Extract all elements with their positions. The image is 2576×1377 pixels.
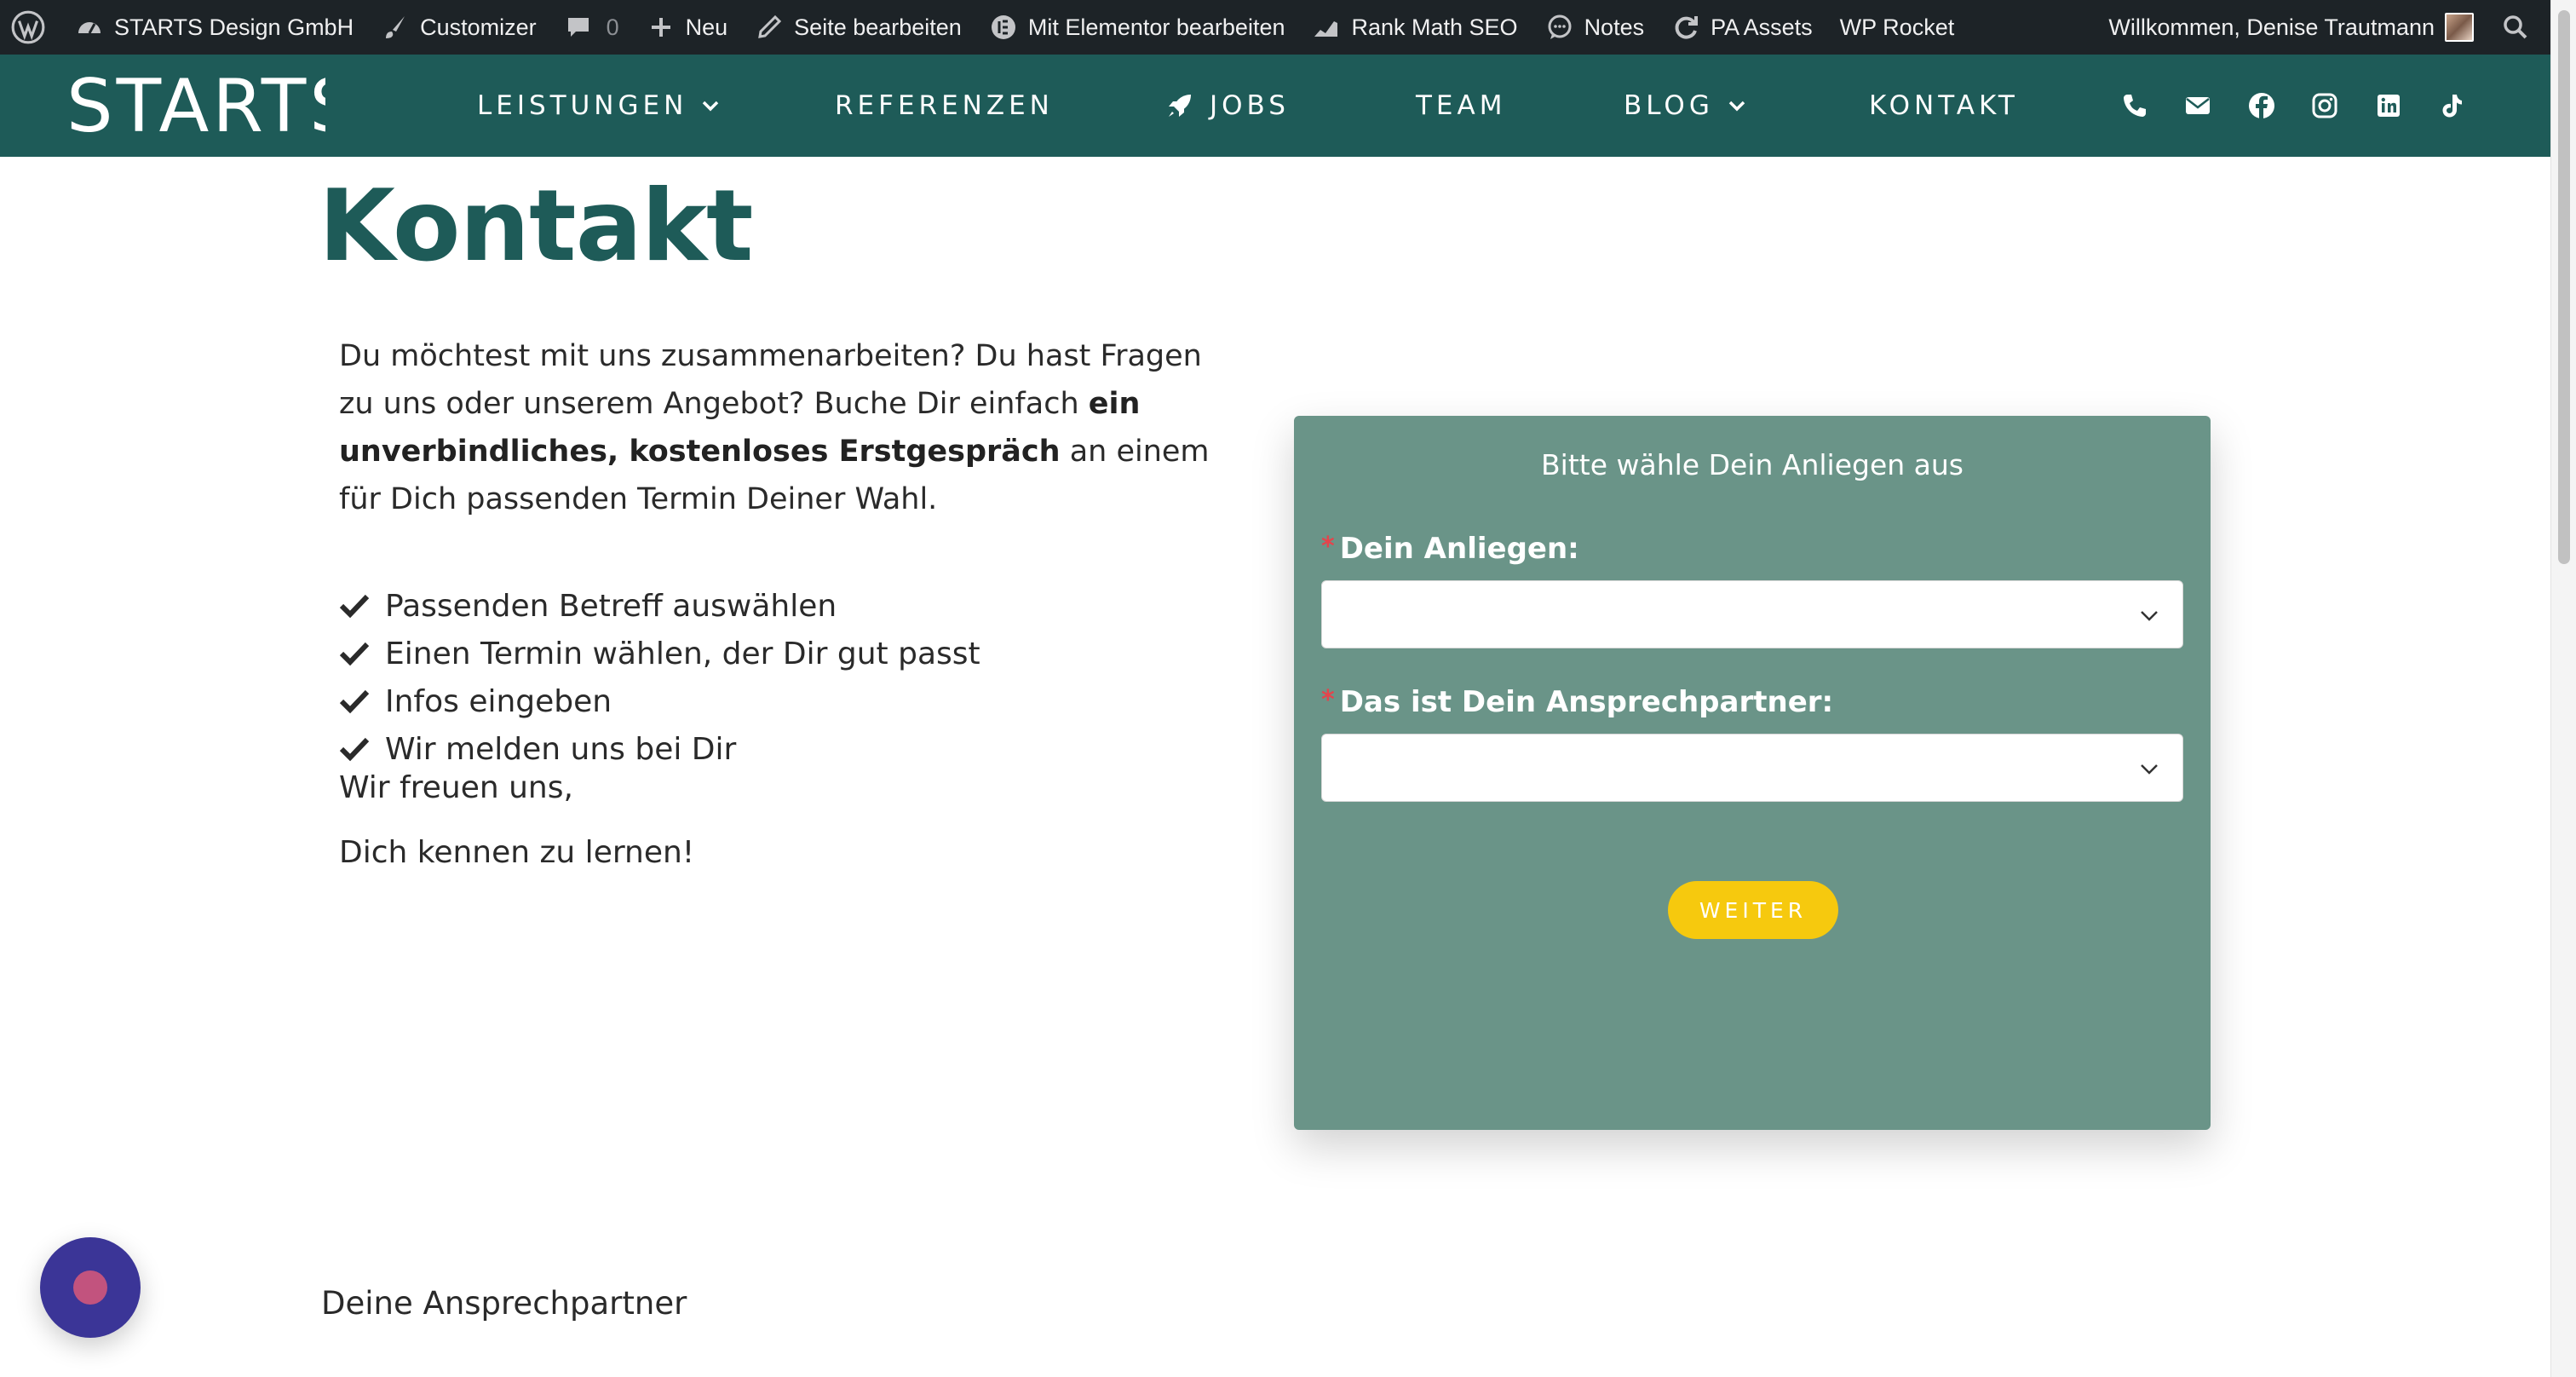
edit-page-link[interactable]: Seite bearbeiten (741, 0, 975, 55)
nav-referenzen[interactable]: REFERENZEN (835, 55, 1054, 157)
pencil-icon (758, 14, 782, 38)
list-item: Passenden Betreff auswählen (339, 582, 980, 630)
list-item: Wir melden uns bei Dir (339, 725, 980, 773)
comment-icon (567, 18, 589, 37)
edit-page-label: Seite bearbeiten (794, 14, 962, 40)
welcome-label: Willkommen, Denise Trautmann (2108, 14, 2435, 40)
elementor-icon (991, 15, 1015, 39)
site-name-link[interactable]: STARTS Design GmbH (61, 0, 367, 55)
contact-persons-heading: Deine Ansprechpartner (321, 1285, 687, 1322)
pa-assets-link[interactable]: PA Assets (1658, 0, 1826, 55)
rankmath-link[interactable]: Rank Math SEO (1298, 0, 1531, 55)
notes-label: Notes (1584, 14, 1645, 40)
user-account-link[interactable]: Willkommen, Denise Trautmann (2095, 0, 2487, 55)
steps-checklist: Passenden Betreff auswählen Einen Termin… (339, 582, 980, 773)
checkmark-icon (339, 737, 370, 762)
checkmark-icon (339, 594, 370, 619)
facebook-icon[interactable] (2246, 90, 2277, 121)
ansprechpartner-label-text: Das ist Dein Ansprechpartner: (1339, 685, 1834, 719)
wordpress-logo-icon[interactable] (0, 0, 61, 55)
instagram-icon[interactable] (2309, 90, 2340, 121)
nav-kontakt[interactable]: KONTAKT (1869, 55, 2019, 157)
mail-icon[interactable] (2182, 90, 2213, 121)
weiter-button[interactable]: WEITER (1668, 881, 1838, 939)
rankmath-label: Rank Math SEO (1351, 14, 1518, 40)
rankmath-icon (1314, 21, 1338, 37)
rocket-icon (1169, 95, 1191, 117)
checkmark-icon (339, 642, 370, 666)
nav-team-label: TEAM (1416, 90, 1507, 121)
avatar (2445, 13, 2474, 42)
required-asterisk: * (1321, 532, 1335, 562)
list-item-label: Einen Termin wählen, der Dir gut passt (385, 636, 980, 671)
list-item: Einen Termin wählen, der Dir gut passt (339, 630, 980, 677)
comments-count: 0 (606, 14, 619, 40)
nav-team[interactable]: TEAM (1416, 55, 1506, 157)
list-item-label: Wir melden uns bei Dir (385, 731, 737, 767)
closing-line-2: Dich kennen zu lernen! (339, 835, 695, 870)
elementor-label: Mit Elementor bearbeiten (1027, 14, 1285, 40)
scrollbar[interactable] (2550, 0, 2576, 1377)
wp-rocket-label: WP Rocket (1839, 14, 1955, 40)
nav-jobs[interactable]: JOBS (1165, 55, 1290, 157)
tiktok-icon[interactable] (2436, 90, 2467, 121)
chevron-down-icon (2141, 611, 2158, 621)
main-navigation: LEISTUNGEN REFERENZEN JOBS TEAM BLOG KON… (0, 55, 2550, 157)
form-heading: Bitte wähle Dein Anliegen aus (1541, 448, 1964, 481)
intro-text-part1: Du möchtest mit uns zusammenarbeiten? Du… (339, 339, 1202, 421)
nav-leistungen[interactable]: LEISTUNGEN (477, 55, 720, 157)
phone-icon[interactable] (2119, 90, 2150, 121)
dashboard-icon (78, 22, 101, 34)
chat-widget-button[interactable] (40, 1237, 141, 1338)
ansprechpartner-select[interactable] (1321, 734, 2183, 802)
chevron-down-icon (2141, 764, 2158, 775)
site-header: STARTS LEISTUNGEN REFERENZEN JOBS TEAM B… (0, 55, 2550, 157)
linkedin-icon[interactable] (2373, 90, 2404, 121)
nav-jobs-label: JOBS (1210, 90, 1290, 121)
search-button[interactable] (2487, 0, 2550, 55)
nav-blog[interactable]: BLOG (1624, 55, 1746, 157)
search-icon (2504, 15, 2527, 39)
intro-text: Du möchtest mit uns zusammenarbeiten? Du… (339, 332, 1242, 523)
page-title: Kontakt (319, 169, 753, 284)
chevron-down-icon (703, 101, 719, 112)
plus-icon (651, 18, 670, 37)
required-asterisk: * (1321, 685, 1335, 715)
checkmark-icon (339, 689, 370, 714)
paintbrush-icon (386, 16, 405, 38)
anliegen-label-text: Dein Anliegen: (1339, 532, 1579, 566)
anliegen-select[interactable] (1321, 580, 2183, 648)
refresh-icon (1675, 16, 1699, 39)
new-label: Neu (685, 14, 728, 40)
wp-rocket-link[interactable]: WP Rocket (1826, 0, 1969, 55)
list-item-label: Passenden Betreff auswählen (385, 588, 837, 624)
ansprechpartner-label: * Das ist Dein Ansprechpartner: (1321, 685, 1833, 719)
new-content-link[interactable]: Neu (633, 0, 742, 55)
nav-kontakt-label: KONTAKT (1869, 90, 2019, 121)
chat-dot-icon (73, 1270, 107, 1305)
nav-leistungen-label: LEISTUNGEN (477, 90, 688, 121)
notes-link[interactable]: Notes (1532, 0, 1659, 55)
list-item: Infos eingeben (339, 677, 980, 725)
wp-admin-bar: STARTS Design GmbH Customizer 0 Neu Seit… (0, 0, 2550, 55)
closing-line-1: Wir freuen uns, (339, 770, 573, 805)
nav-referenzen-label: REFERENZEN (835, 90, 1054, 121)
speech-bubble-icon (1548, 14, 1572, 39)
scrollbar-thumb[interactable] (2558, 10, 2570, 564)
site-name-label: STARTS Design GmbH (114, 14, 354, 40)
comments-link[interactable]: 0 (550, 0, 633, 55)
contact-form-card: Bitte wähle Dein Anliegen aus * Dein Anli… (1294, 416, 2211, 1130)
anliegen-label: * Dein Anliegen: (1321, 532, 1579, 566)
customizer-label: Customizer (420, 14, 537, 40)
chevron-down-icon (1728, 101, 1745, 112)
customizer-link[interactable]: Customizer (367, 0, 550, 55)
list-item-label: Infos eingeben (385, 683, 612, 719)
nav-blog-label: BLOG (1624, 90, 1714, 121)
pa-assets-label: PA Assets (1711, 14, 1813, 40)
elementor-link[interactable]: Mit Elementor bearbeiten (975, 0, 1299, 55)
